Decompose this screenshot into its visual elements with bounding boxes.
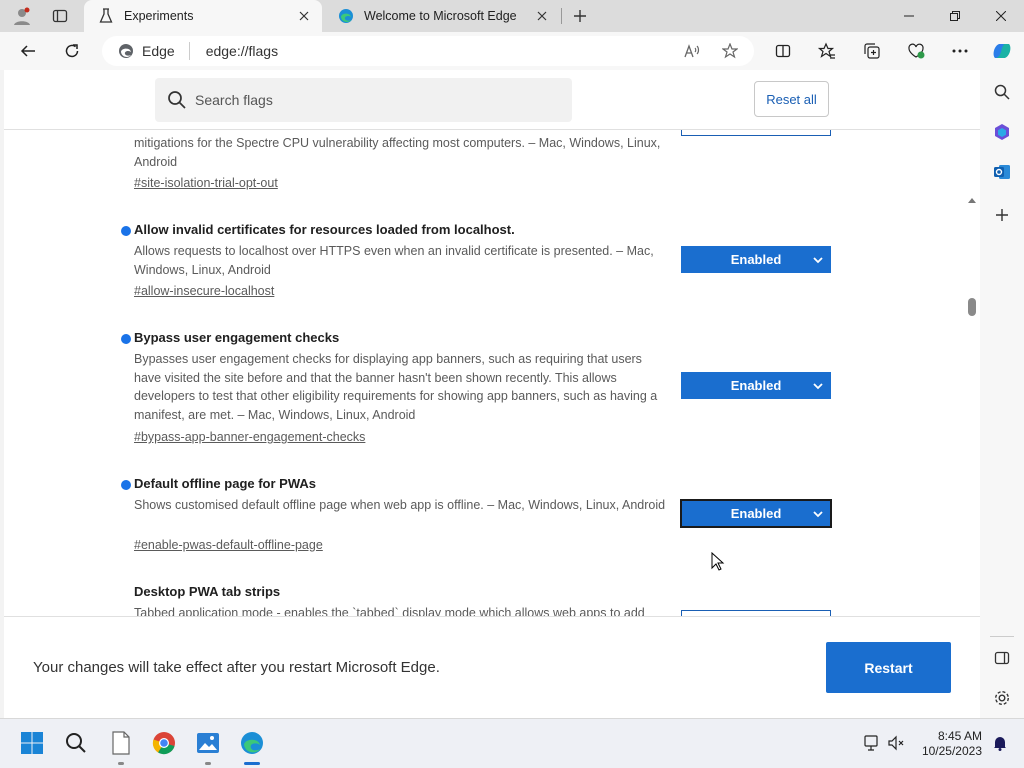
flag-description: Tabbed application mode - enables the `t… [134,606,645,616]
back-button[interactable] [14,37,42,65]
clock-time: 8:45 AM [937,729,982,743]
address-bar[interactable]: Edge edge://flags [102,36,754,66]
close-tab-icon[interactable] [294,6,314,26]
reset-all-button[interactable]: Reset all [754,81,829,117]
refresh-button[interactable] [58,37,86,65]
modified-dot [121,480,131,490]
tab-welcome[interactable]: Welcome to Microsoft Edge [324,0,560,32]
network-muted-icon[interactable] [880,727,912,759]
copilot-icon[interactable] [988,37,1016,65]
microsoft-365-icon[interactable] [988,118,1016,146]
flag-link[interactable]: #bypass-app-banner-engagement-checks [134,430,365,444]
flag-title: Bypass user engagement checks [134,330,340,345]
flags-header: Reset all [4,70,980,130]
url-text[interactable]: edge://flags [206,43,278,59]
scrollbar-thumb[interactable] [968,298,976,316]
restart-button[interactable]: Restart [826,642,951,693]
modified-dot [121,334,131,344]
flag-select[interactable]: Enabled [680,499,832,528]
browser-essentials-icon[interactable] [902,37,930,65]
edge-logo-icon[interactable] [236,727,268,759]
flag-description: mitigations for the Spectre CPU vulnerab… [134,136,661,169]
clock-date: 10/25/2023 [921,744,982,758]
tab-experiments[interactable]: Experiments [84,0,322,32]
flag-select[interactable]: Enabled [681,246,831,273]
photos-app-icon[interactable] [192,727,224,759]
flag-link[interactable]: #allow-insecure-localhost [134,284,274,298]
search-icon[interactable] [988,78,1016,106]
search-icon[interactable] [60,727,92,759]
tab-strip: Experiments Welcome to Microsoft Edge [0,0,1024,32]
flag-select-value: Enabled [730,252,782,267]
active-app-indicator [244,762,260,765]
profile-icon[interactable] [8,4,36,28]
site-label: Edge [142,43,175,59]
tab-title: Experiments [124,9,194,23]
navigation-bar: Edge edge://flags [0,32,1024,70]
flag-description: Allows requests to localhost over HTTPS … [134,244,654,277]
flags-list: mitigations for the Spectre CPU vulnerab… [4,130,980,616]
running-indicator [205,762,211,765]
close-tab-icon[interactable] [532,6,552,26]
split-screen-icon[interactable] [769,37,797,65]
chrome-icon[interactable] [148,727,180,759]
notification-bell-icon[interactable] [984,727,1016,759]
close-window-button[interactable] [978,0,1024,32]
read-aloud-icon[interactable] [680,39,704,63]
address-divider [188,42,190,60]
flag-title: Desktop PWA tab strips [134,584,281,599]
minimize-button[interactable] [886,0,932,32]
taskbar: 8:45 AM 10/25/2023 [0,718,1024,768]
restart-bar: Your changes will take effect after you … [4,616,980,718]
settings-gear-icon[interactable] [988,684,1016,712]
tab-actions-icon[interactable] [48,4,72,28]
favorite-star-icon[interactable] [718,39,742,63]
running-indicator [118,762,124,765]
chevron-down-icon [813,257,823,264]
flag-title: Allow invalid certificates for resources… [134,222,515,237]
flag-select-value: Enabled [730,506,782,521]
sidebar-divider [990,636,1014,637]
system-clock[interactable]: 8:45 AM 10/25/2023 [912,729,982,759]
flag-title: Default offline page for PWAs [134,476,317,491]
new-tab-button[interactable] [568,4,592,28]
collections-icon[interactable] [858,37,886,65]
flag-description: Shows customised default offline page wh… [134,498,666,512]
chevron-down-icon [813,511,823,518]
edge-logo-icon [338,8,354,24]
scroll-up-arrow-icon[interactable] [966,194,978,206]
flag-select[interactable] [681,130,831,136]
flag-select-value: Enabled [730,378,782,393]
tab-title: Welcome to Microsoft Edge [364,9,517,23]
flag-link[interactable]: #enable-pwas-default-offline-page [134,538,323,552]
restart-message: Your changes will take effect after you … [33,659,440,676]
edge-logo-icon [119,44,133,58]
chevron-down-icon [813,383,823,390]
flask-icon [98,8,114,24]
search-input[interactable] [195,92,555,108]
restore-button[interactable] [932,0,978,32]
flag-select[interactable]: Enabled [681,372,831,399]
flag-description: Bypasses user engagement checks for disp… [134,352,658,422]
flag-link[interactable]: #site-isolation-trial-opt-out [134,176,278,190]
search-icon [168,91,186,109]
modified-dot [121,226,131,236]
hide-sidebar-icon[interactable] [988,644,1016,672]
more-options-icon[interactable] [946,37,974,65]
tab-divider [561,8,562,24]
mouse-cursor-icon [711,552,725,571]
edge-sidebar [980,70,1024,718]
outlook-icon[interactable] [988,158,1016,186]
windows-start-icon[interactable] [16,727,48,759]
favorites-icon[interactable] [813,37,841,65]
search-box[interactable] [155,78,572,122]
file-icon[interactable] [105,727,137,759]
add-icon[interactable] [988,201,1016,229]
flags-page: Reset all mitigations for the Spectre CP… [4,70,980,718]
